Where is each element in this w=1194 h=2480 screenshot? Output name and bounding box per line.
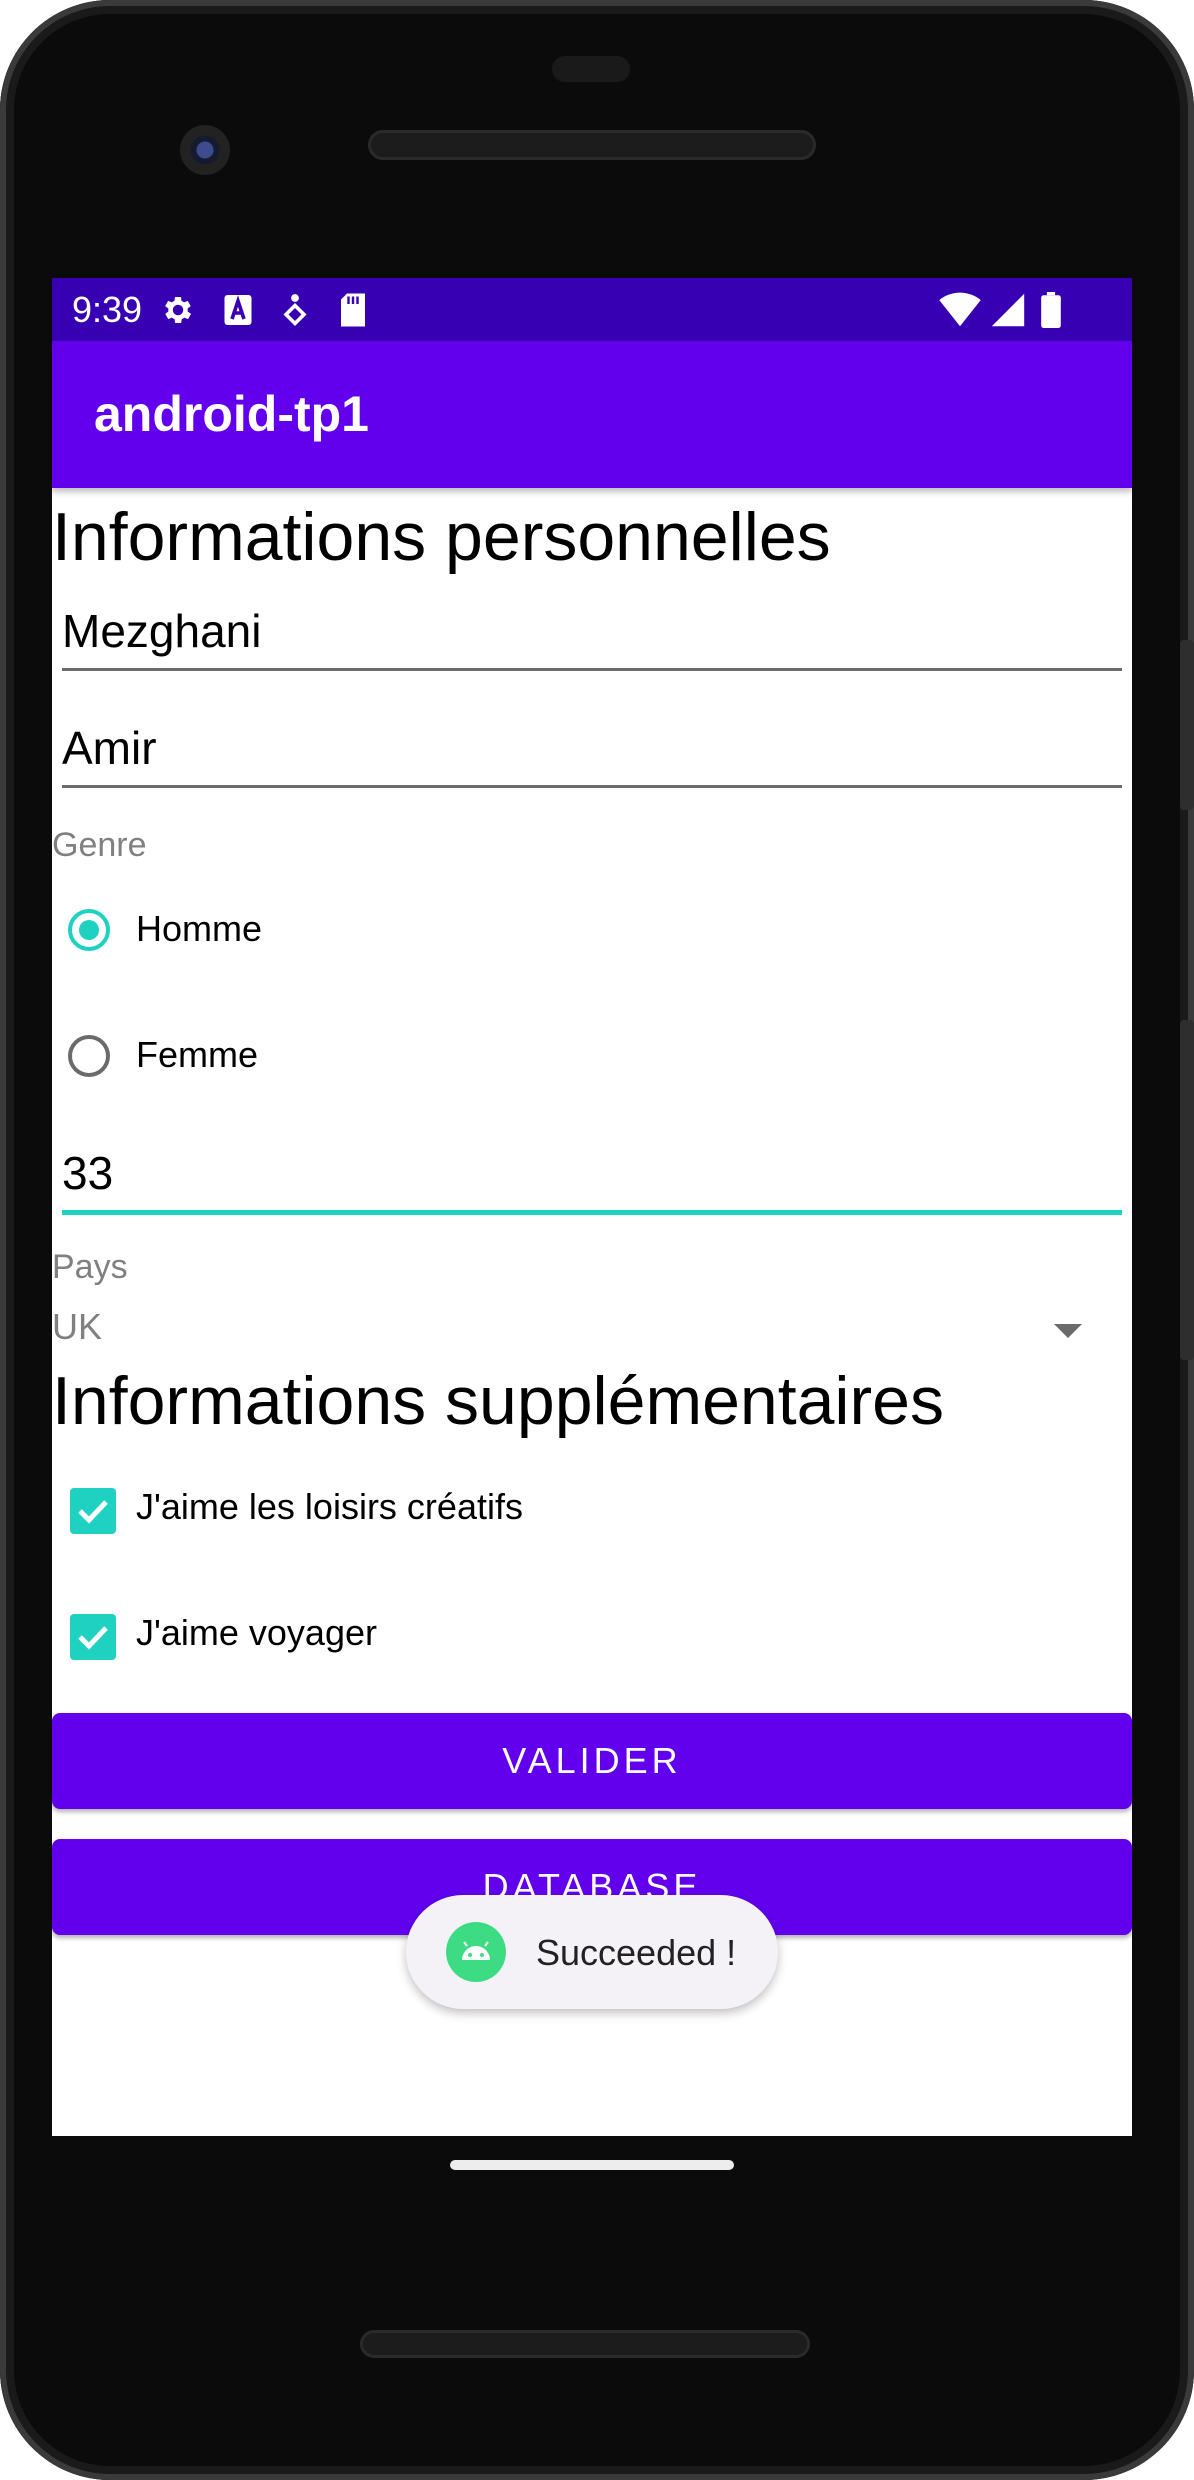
validate-button[interactable]: VALIDER [52,1713,1132,1809]
volume-rocker [1180,1020,1194,1360]
app-title: android-tp1 [94,386,369,442]
wifi-icon [939,292,981,327]
checkbox-travel[interactable]: J'aime voyager [52,1588,1132,1688]
age-field[interactable]: 33 [62,1120,1122,1215]
radio-homme-label: Homme [136,908,263,949]
android-app-icon [446,1922,506,1982]
status-bar: 9:39 [52,278,1132,341]
checkmark-icon [78,1500,108,1524]
radio-femme-label: Femme [136,1034,259,1075]
sd-card-icon [341,293,365,327]
first-name-field[interactable]: Amir [62,695,1122,788]
accessibility-notification-icon [283,294,307,327]
last-name-field[interactable]: Mezghani [62,578,1122,671]
battery-icon [1041,292,1061,328]
home-gesture-bar[interactable] [450,2160,734,2170]
first-name-value: Amir [62,722,157,774]
cell-signal-icon [991,293,1025,327]
last-name-value: Mezghani [62,605,262,657]
bottom-speaker [360,2330,810,2358]
checkbox-hobbies-label: J'aime les loisirs créatifs [136,1486,523,1527]
front-camera-icon [180,125,230,175]
personal-info-heading: Informations personnelles [52,499,831,575]
earpiece-speaker [368,130,816,160]
settings-gear-icon [165,296,192,324]
dropdown-arrow-icon [1054,1324,1082,1338]
country-value: UK [52,1306,103,1347]
app-bar: android-tp1 [52,341,1132,488]
font-notification-icon [224,295,252,325]
radio-checked-icon[interactable] [68,909,110,951]
radio-femme[interactable]: Femme [52,1010,1132,1110]
status-time: 9:39 [72,289,143,330]
gender-label: Genre [52,826,147,864]
radio-unchecked-icon[interactable] [68,1035,110,1077]
country-label: Pays [52,1248,128,1286]
checkbox-checked-icon[interactable] [70,1488,116,1534]
front-sensor [552,56,630,82]
device-frame: 9:39 android-tp1 Informations personnell… [0,0,1194,2480]
country-spinner[interactable]: UK [52,1298,1132,1358]
checkbox-travel-label: J'aime voyager [136,1612,377,1653]
radio-homme[interactable]: Homme [52,884,1132,984]
toast-message: Succeeded ! [406,1895,778,2009]
age-value: 33 [62,1147,114,1199]
app-screen: 9:39 android-tp1 Informations personnell… [52,278,1132,2136]
checkbox-hobbies[interactable]: J'aime les loisirs créatifs [52,1462,1132,1562]
checkbox-checked-icon[interactable] [70,1614,116,1660]
extra-info-heading: Informations supplémentaires [52,1363,945,1439]
toast-text: Succeeded ! [536,1932,737,1973]
checkmark-icon [78,1626,108,1650]
power-button [1180,640,1194,810]
